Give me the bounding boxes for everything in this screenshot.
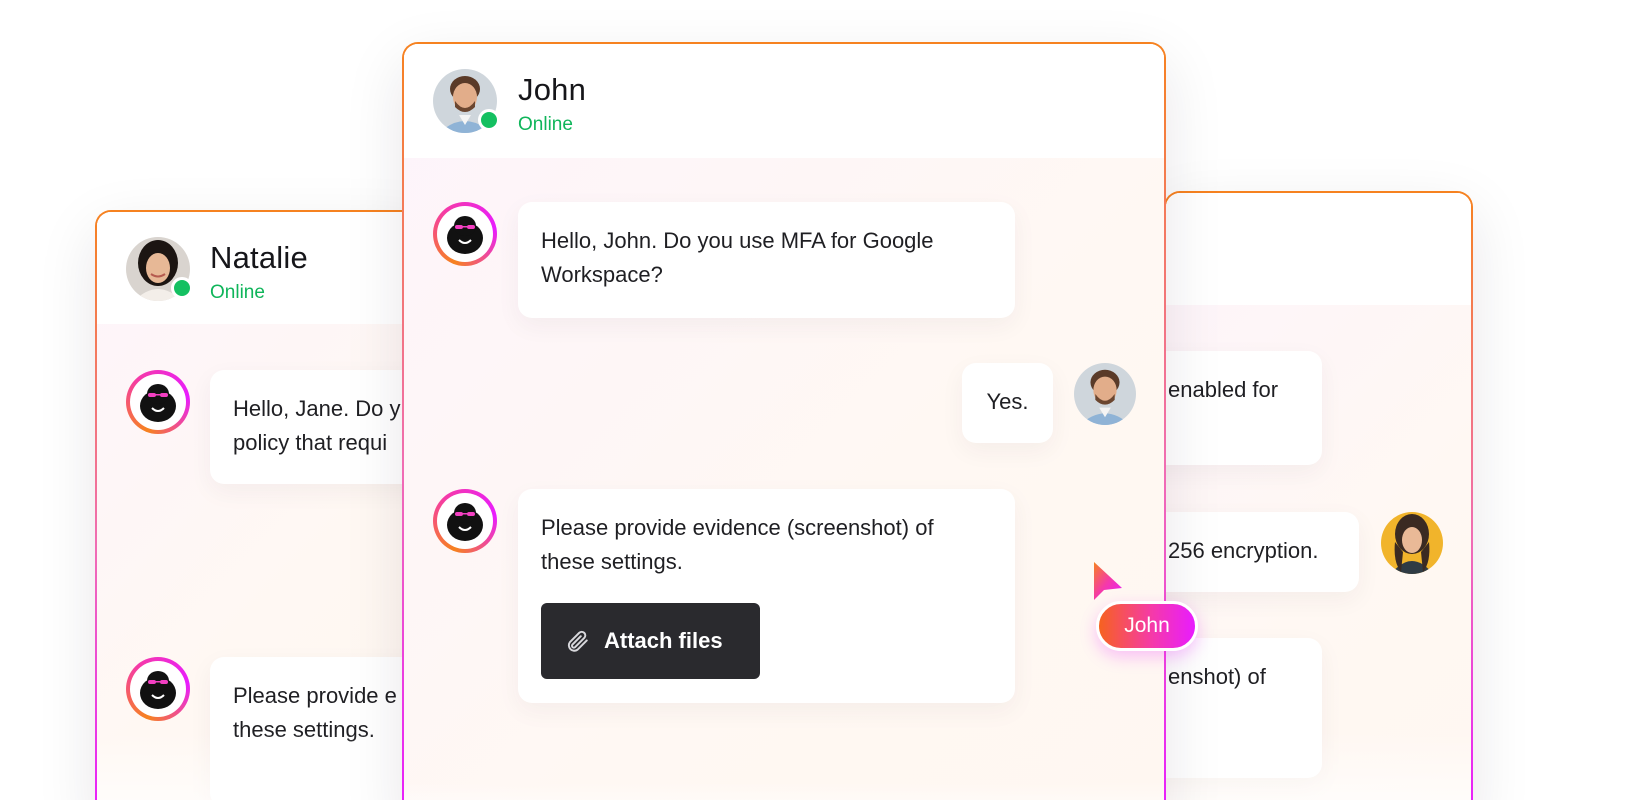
gorilla-icon bbox=[447, 503, 483, 541]
paperclip-icon bbox=[567, 630, 588, 652]
bot-avatar bbox=[126, 657, 190, 721]
message-bubble-user: Yes. bbox=[962, 363, 1053, 443]
user-avatar bbox=[1381, 512, 1443, 574]
online-indicator bbox=[478, 109, 500, 131]
online-indicator bbox=[171, 277, 193, 299]
message-bubble: 256 encryption. bbox=[1166, 512, 1359, 592]
attach-files-button[interactable]: Attach files bbox=[541, 603, 760, 679]
bot-avatar bbox=[126, 370, 190, 434]
gorilla-icon bbox=[140, 384, 176, 422]
message-text: Yes. bbox=[986, 389, 1029, 414]
contact-name: John bbox=[518, 72, 587, 107]
contact-status: Online bbox=[518, 114, 573, 135]
chat-header bbox=[1166, 193, 1471, 305]
message-text: Hello, John. Do you use MFA for Google bbox=[541, 228, 934, 253]
contact-status: Online bbox=[210, 282, 265, 303]
message-text: Please provide evidence (screenshot) of bbox=[541, 515, 934, 540]
cursor-pointer-icon bbox=[1094, 562, 1122, 600]
cursor-user-label: John bbox=[1096, 601, 1198, 651]
chat-window-left: Natalie Online Hello, Jane. Do y policy … bbox=[95, 210, 435, 800]
message-text: policy that requi bbox=[233, 430, 388, 455]
message-text: Hello, Jane. Do y bbox=[233, 396, 401, 421]
chat-window-center: John Online Hello, John. Do you use MFA … bbox=[402, 42, 1166, 800]
contact-avatar bbox=[433, 69, 500, 133]
message-bubble: enshot) of bbox=[1166, 638, 1322, 778]
gorilla-icon bbox=[140, 671, 176, 709]
message-text: Workspace? bbox=[541, 262, 663, 287]
message-text: enabled for bbox=[1168, 377, 1279, 402]
avatar-photo bbox=[1074, 363, 1136, 425]
message-text: these settings. bbox=[233, 717, 375, 742]
user-avatar bbox=[1074, 363, 1136, 425]
contact-name: Natalie bbox=[210, 240, 308, 275]
bot-avatar bbox=[433, 202, 497, 266]
message-text: these settings. bbox=[541, 549, 683, 574]
chat-window-right: enabled for 256 encryption. enshot) of bbox=[1164, 191, 1473, 800]
message-bubble: Hello, John. Do you use MFA for Google W… bbox=[518, 202, 1015, 318]
message-text: enshot) of bbox=[1168, 664, 1266, 689]
message-bubble: Please provide evidence (screenshot) of … bbox=[518, 489, 1015, 703]
message-bubble: enabled for bbox=[1166, 351, 1322, 465]
message-text: 256 encryption. bbox=[1168, 538, 1319, 563]
gorilla-icon bbox=[447, 216, 483, 254]
bot-avatar bbox=[433, 489, 497, 553]
attach-files-label: Attach files bbox=[604, 628, 723, 653]
contact-avatar bbox=[126, 237, 193, 301]
message-text: Please provide e bbox=[233, 683, 397, 708]
avatar-photo bbox=[1381, 512, 1443, 574]
